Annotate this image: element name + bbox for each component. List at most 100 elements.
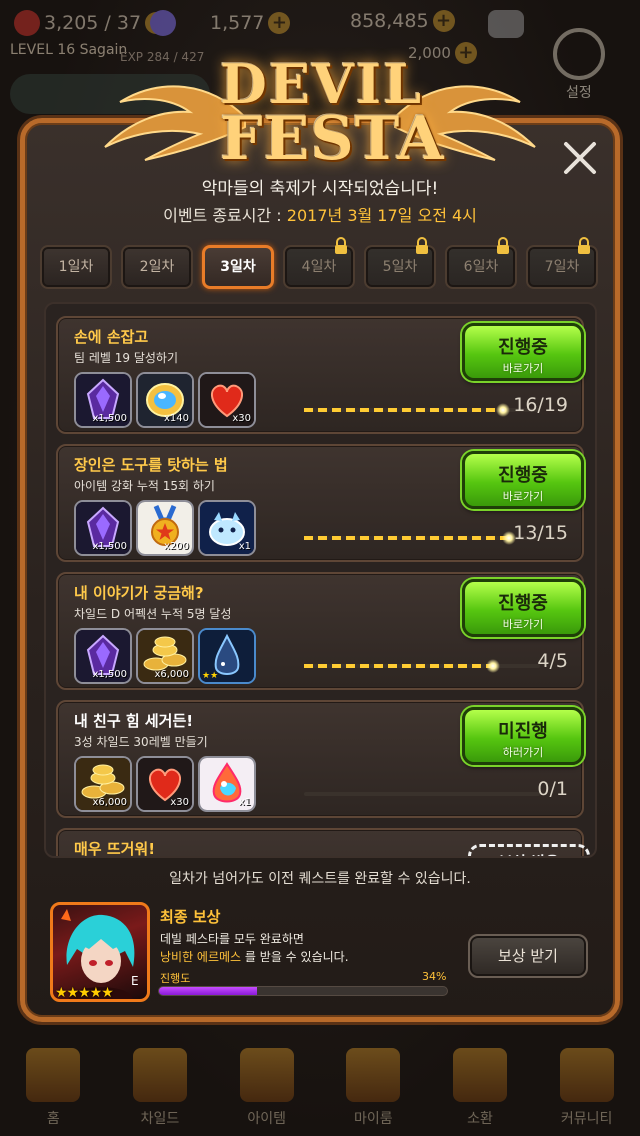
settings-label: 설정: [566, 85, 592, 101]
close-icon[interactable]: [560, 138, 600, 178]
quest-go-button[interactable]: 미진행 하러가기: [462, 707, 584, 765]
nav-community[interactable]: 커뮤니티: [539, 1040, 635, 1136]
lock-icon: [578, 237, 590, 254]
reward-qty: x30: [232, 413, 251, 424]
reward-character-portrait[interactable]: E ★★★★★: [50, 902, 150, 1002]
reward-received-button[interactable]: 보상 받음: [468, 844, 590, 856]
tab-day-1[interactable]: 1일차: [40, 245, 112, 289]
reward-item[interactable]: x1,500: [74, 500, 132, 556]
add-gold-button[interactable]: +: [432, 10, 455, 32]
reward-item[interactable]: x1,500: [74, 372, 132, 428]
quest-go-button[interactable]: 진행중 바로가기: [462, 579, 584, 637]
shield-icon: [559, 1048, 614, 1102]
level-label: LEVEL 16: [10, 42, 76, 58]
nav-label: 마이룸: [353, 1111, 393, 1127]
nav-label: 홈: [46, 1111, 60, 1127]
reward-character-name: 낭비한 에르메스: [160, 950, 242, 964]
gold-value: 858,485: [350, 10, 429, 32]
stamina-value: 3,205 / 37: [44, 12, 142, 34]
reward-list: x1,500 x140 x30: [74, 372, 256, 428]
tab-day-5[interactable]: 5일차: [364, 237, 436, 289]
reward-item[interactable]: x140: [136, 372, 194, 428]
crown-icon: [346, 1048, 401, 1102]
day-tabs: 1일차 2일차 3일차 4일차 5일차 6일차 7일차: [40, 237, 600, 289]
stamina-stat: 3,205 / 37 +: [14, 10, 168, 36]
quest-card: 장인은 도구를 탓하는 법 아이템 강화 누적 15회 하기 x1,500 x2…: [56, 444, 584, 562]
reward-item[interactable]: x1,500: [74, 628, 132, 684]
tab-label: 2일차: [139, 259, 175, 275]
quest-description: 아이템 강화 누적 15회 하기: [74, 479, 215, 493]
button-sublabel: 하러가기: [502, 746, 544, 759]
quest-description: 3성 차일드 30레벨 만들기: [74, 735, 208, 749]
tab-label: 1일차: [58, 259, 94, 275]
nav-label: 커뮤니티: [560, 1111, 613, 1127]
quest-card: 내 친구 힘 세거든! 3성 차일드 30레벨 만들기 x6,000 x30 x…: [56, 700, 584, 818]
progress-label: 진행도: [160, 972, 191, 985]
tab-label: 6일차: [463, 259, 499, 275]
progress-fill: [304, 408, 503, 412]
tab-label: 7일차: [544, 259, 580, 275]
quest-card: 내 이야기가 궁금해? 차일드 D 어펙션 누적 5명 달성 x1,500 x6…: [56, 572, 584, 690]
nav-myroom[interactable]: 마이룸: [325, 1040, 421, 1136]
reward-qty: x1: [238, 797, 251, 808]
star-rating-icon: ★★★★★: [55, 985, 114, 1001]
final-reward-title: 최종 보상: [160, 908, 221, 926]
tab-day-4[interactable]: 4일차: [283, 237, 355, 289]
lock-icon: [335, 237, 347, 254]
reward-qty: x1,500: [92, 413, 127, 424]
quest-progress: [304, 403, 540, 417]
reward-item[interactable]: x1: [198, 500, 256, 556]
quest-description: 차일드 D 어펙션 누적 5명 달성: [74, 607, 232, 621]
lock-icon: [497, 237, 509, 254]
reward-list: x6,000 x30 x1: [74, 756, 256, 812]
reward-qty: x1,500: [92, 669, 127, 680]
reward-item[interactable]: x1: [198, 756, 256, 812]
svg-text:E: E: [131, 974, 139, 988]
nav-summon[interactable]: 소환: [432, 1040, 528, 1136]
final-progress-bar: [158, 986, 448, 996]
tab-label: 4일차: [301, 259, 337, 275]
gear-icon[interactable]: [553, 28, 605, 80]
quest-title: 매우 뜨거워!: [74, 840, 156, 858]
quest-go-button[interactable]: 진행중 바로가기: [462, 451, 584, 509]
tab-day-7[interactable]: 7일차: [526, 237, 598, 289]
final-reward: E ★★★★★ 최종 보상 데빌 페스타를 모두 완료하면 낭비한 에르메스 를…: [48, 898, 600, 1008]
nav-child[interactable]: 차일드: [112, 1040, 208, 1136]
end-time-label: 이벤트 종료시간 :: [163, 206, 287, 225]
tab-day-3[interactable]: 3일차: [202, 245, 274, 289]
devil-festa-logo: DEVIL FESTA: [100, 34, 540, 174]
gems-value: 1,577: [210, 12, 265, 34]
reward-item[interactable]: x6,000: [136, 628, 194, 684]
reward-item[interactable]: x6,000: [74, 756, 132, 812]
quest-card: 손에 손잡고 팀 레벨 19 달성하기 x1,500 x140 x30 진행중: [56, 316, 584, 434]
tab-day-2[interactable]: 2일차: [121, 245, 193, 289]
claim-reward-button[interactable]: 보상 받기: [468, 934, 588, 978]
quest-title: 내 친구 힘 세거든!: [74, 712, 194, 730]
reward-item[interactable]: ★★: [198, 628, 256, 684]
nav-home[interactable]: 홈: [5, 1040, 101, 1136]
reward-qty: x140: [163, 413, 189, 424]
nav-item[interactable]: 아이템: [219, 1040, 315, 1136]
reward-item[interactable]: x200: [136, 500, 194, 556]
button-sublabel: 바로가기: [502, 618, 544, 631]
progress-track: [304, 792, 540, 796]
button-sublabel: 바로가기: [502, 362, 544, 375]
quest-go-button[interactable]: 진행중 바로가기: [462, 323, 584, 381]
button-sublabel: 바로가기: [502, 490, 544, 503]
final-progress-fill: [159, 987, 257, 995]
reward-qty: x1: [238, 541, 251, 552]
quest-list[interactable]: 손에 손잡고 팀 레벨 19 달성하기 x1,500 x140 x30 진행중: [44, 302, 597, 858]
reward-qty: x1,500: [92, 541, 127, 552]
reward-list: x1,500 x6,000 ★★: [74, 628, 256, 684]
quest-progress: [304, 659, 540, 673]
lock-icon: [416, 237, 428, 254]
sparkle-icon: [495, 403, 510, 417]
final-reward-desc-rest: 를 받을 수 있습니다.: [241, 950, 349, 964]
reward-item[interactable]: x30: [198, 372, 256, 428]
tab-day-6[interactable]: 6일차: [445, 237, 517, 289]
reward-item[interactable]: x30: [136, 756, 194, 812]
gem-icon: [150, 10, 176, 36]
logo-festa: FESTA: [220, 104, 445, 174]
quest-count: 0/1: [537, 778, 568, 800]
add-gems-button[interactable]: +: [268, 12, 291, 34]
